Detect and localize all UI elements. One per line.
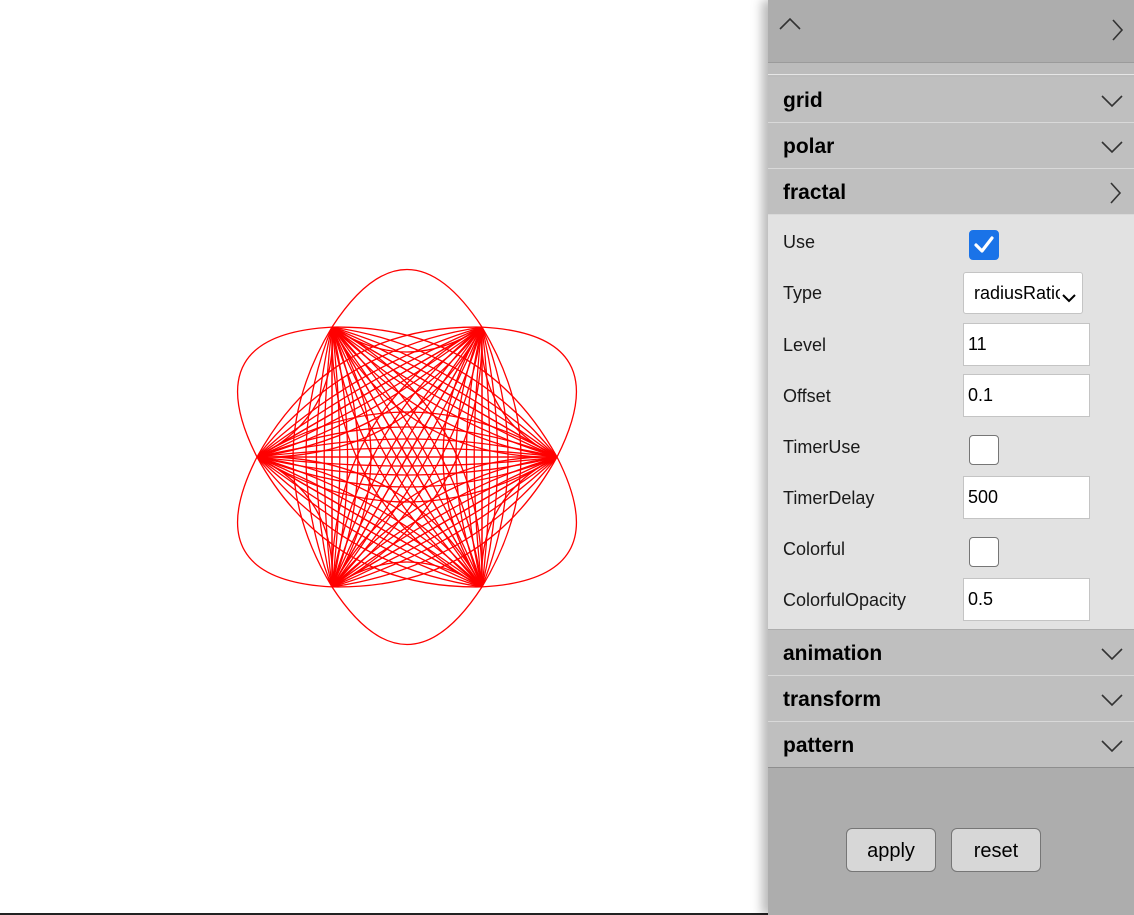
- reset-button[interactable]: reset: [951, 828, 1041, 872]
- section-animation-title: animation: [783, 642, 883, 665]
- level-label: Level: [783, 335, 827, 355]
- use-label: Use: [783, 232, 816, 252]
- section-animation[interactable]: animation: [768, 630, 1134, 676]
- use-checkbox[interactable]: [969, 230, 999, 260]
- section-fractal[interactable]: fractal: [768, 169, 1134, 215]
- timer-delay-label: TimerDelay: [783, 488, 875, 508]
- row-level: Level: [768, 317, 1134, 368]
- chevron-up-icon[interactable]: [778, 16, 802, 32]
- section-grid-title: grid: [783, 89, 823, 112]
- colorful-opacity-input[interactable]: [963, 578, 1090, 621]
- chevron-down-icon: [1100, 646, 1124, 662]
- panel-top-bar: [768, 0, 1134, 62]
- colorful-label: Colorful: [783, 539, 846, 559]
- chevron-down-icon: [1100, 692, 1124, 708]
- chevron-down-icon: [1100, 139, 1124, 155]
- section-pattern-title: pattern: [783, 734, 855, 757]
- outer-petal-arc: [331, 586, 483, 646]
- section-transform[interactable]: transform: [768, 676, 1134, 722]
- row-colorful: Colorful: [768, 521, 1134, 572]
- chevron-down-icon: [1060, 287, 1076, 308]
- star-lens-curve: [256, 456, 558, 467]
- chevron-down-icon: [1100, 738, 1124, 754]
- chevron-right-icon: [1108, 181, 1122, 205]
- timer-delay-input[interactable]: [963, 476, 1090, 519]
- timer-use-label: TimerUse: [783, 437, 861, 457]
- outer-petal-arc: [331, 268, 483, 328]
- row-type: Type radiusRatio: [768, 266, 1134, 317]
- divider: [768, 767, 1134, 768]
- divider: [768, 74, 1134, 75]
- section-pattern[interactable]: pattern: [768, 722, 1134, 768]
- colorful-opacity-label: ColorfulOpacity: [783, 590, 907, 610]
- offset-label: Offset: [783, 386, 831, 406]
- drawing-canvas: [0, 0, 768, 913]
- section-fractal-title: fractal: [783, 181, 847, 204]
- fractal-rosette-drawing: [236, 268, 578, 646]
- row-timer-delay: TimerDelay: [768, 470, 1134, 521]
- section-polar-title: polar: [783, 135, 835, 158]
- row-offset: Offset: [768, 368, 1134, 419]
- fractal-settings-body: Use Type radiusRatio Level Offset TimerU…: [768, 215, 1134, 629]
- colorful-checkbox[interactable]: [969, 537, 999, 567]
- section-grid[interactable]: grid: [768, 77, 1134, 123]
- apply-button[interactable]: apply: [846, 828, 936, 872]
- section-transform-title: transform: [783, 688, 882, 711]
- settings-panel: grid polar fractal Use Type radiusRatio: [768, 0, 1134, 915]
- type-select[interactable]: radiusRatio: [963, 272, 1083, 314]
- row-colorful-opacity: ColorfulOpacity: [768, 572, 1134, 623]
- chevron-right-icon[interactable]: [1110, 18, 1124, 42]
- section-polar[interactable]: polar: [768, 123, 1134, 169]
- level-input[interactable]: [963, 323, 1090, 366]
- offset-input[interactable]: [963, 374, 1090, 417]
- type-select-value: radiusRatio: [974, 283, 1066, 303]
- type-label: Type: [783, 283, 823, 303]
- chevron-down-icon: [1100, 93, 1124, 109]
- timer-use-checkbox[interactable]: [969, 435, 999, 465]
- star-lens-curve: [256, 447, 558, 458]
- row-timer-use: TimerUse: [768, 419, 1134, 470]
